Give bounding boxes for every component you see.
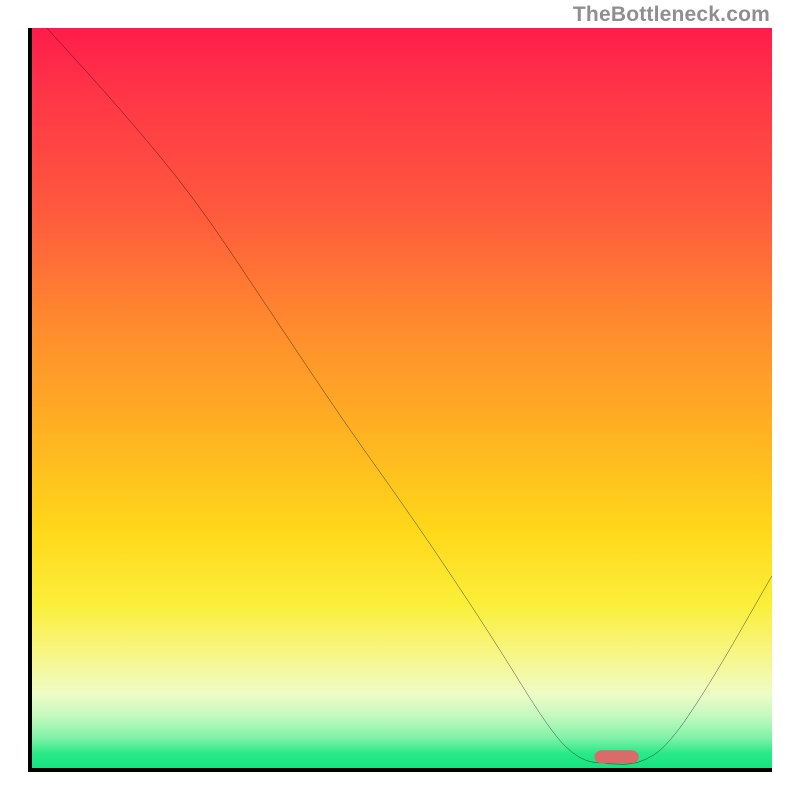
watermark-text: TheBottleneck.com <box>573 3 770 27</box>
plot-area <box>28 28 772 772</box>
chart-frame: TheBottleneck.com <box>0 0 800 800</box>
background-gradient <box>32 28 772 768</box>
